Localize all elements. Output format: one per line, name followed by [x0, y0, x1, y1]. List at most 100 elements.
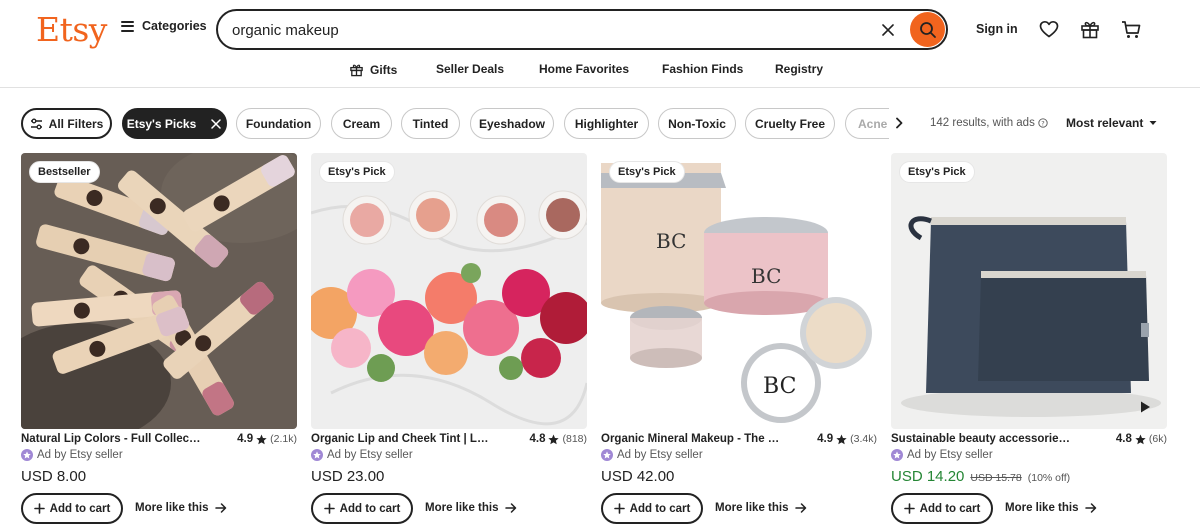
add-to-cart-label: Add to cart: [629, 502, 691, 515]
nav-item-gifts[interactable]: Gifts: [349, 62, 397, 77]
active-filter-chip[interactable]: Etsy's Picks: [122, 108, 227, 139]
all-filters-button[interactable]: All Filters: [21, 108, 112, 139]
filter-chip-cream[interactable]: Cream: [331, 108, 392, 139]
listing-badge: Etsy's Pick: [899, 161, 975, 183]
filter-chip-foundation[interactable]: Foundation: [236, 108, 321, 139]
header: Etsy Categories Sign in: [0, 0, 1200, 58]
listing-card[interactable]: Etsy's Pick Sustainable beauty accessori…: [891, 153, 1167, 531]
more-like-this-link[interactable]: More like this: [135, 502, 227, 514]
add-to-cart-label: Add to cart: [339, 502, 401, 515]
add-to-cart-button[interactable]: Add to cart: [891, 493, 993, 524]
filter-chip-acne[interactable]: Acne S: [845, 108, 889, 139]
arrow-right-icon: [214, 503, 226, 513]
sub-navigation: Gifts Seller Deals Home Favorites Fashio…: [0, 58, 1200, 88]
nav-item-seller-deals[interactable]: Seller Deals: [436, 62, 504, 76]
review-count: (6k): [1148, 433, 1167, 445]
rating-value: 4.8: [1115, 433, 1132, 445]
listing-card[interactable]: Etsy's Pick Organic Lip and Cheek Tint |…: [311, 153, 587, 531]
more-like-this-label: More like this: [135, 502, 209, 514]
star-seller-icon: [21, 449, 33, 461]
add-to-cart-button[interactable]: Add to cart: [311, 493, 413, 524]
favorites-heart-icon[interactable]: [1038, 18, 1060, 40]
svg-text:BC: BC: [656, 229, 686, 253]
more-like-this-label: More like this: [425, 502, 499, 514]
rating-value: 4.8: [529, 433, 546, 445]
categories-button[interactable]: Categories: [121, 19, 207, 33]
more-like-this-link[interactable]: More like this: [425, 502, 517, 514]
rating-value: 4.9: [237, 433, 254, 445]
listing-image[interactable]: Etsy's Pick: [311, 153, 587, 429]
listing-rating: 4.9 (2.1k): [237, 433, 297, 445]
listing-badge: Etsy's Pick: [319, 161, 395, 183]
search-bar: [216, 9, 948, 50]
filter-chip-cruelty-free[interactable]: Cruelty Free: [745, 108, 835, 139]
caret-down-icon: [1149, 121, 1157, 125]
seller-text: Ad by Etsy seller: [907, 449, 993, 461]
arrow-right-icon: [504, 503, 516, 513]
filter-row: All Filters Etsy's Picks Foundation Crea…: [0, 108, 1200, 139]
star-icon: [256, 433, 267, 444]
listing-title[interactable]: Organic Lip and Cheek Tint | Lip and Che…: [311, 433, 491, 445]
filter-chip-non-toxic[interactable]: Non-Toxic: [658, 108, 736, 139]
star-seller-icon: [311, 449, 323, 461]
help-icon[interactable]: ?: [1038, 118, 1048, 128]
review-count: (2.1k): [270, 433, 297, 445]
active-filter-label: Etsy's Picks: [126, 116, 197, 131]
search-icon: [919, 21, 936, 38]
star-seller-icon: [891, 449, 903, 461]
listing-image[interactable]: BC BC BC Etsy's Pick: [601, 153, 877, 429]
listing-title[interactable]: Sustainable beauty accessories. Linen: [891, 433, 1071, 445]
add-to-cart-label: Add to cart: [919, 502, 981, 515]
listing-rating: 4.8 (6k): [1116, 433, 1167, 445]
add-to-cart-button[interactable]: Add to cart: [601, 493, 703, 524]
filter-chip-eyeshadow[interactable]: Eyeshadow: [470, 108, 554, 139]
search-button[interactable]: [910, 12, 945, 47]
star-seller-icon: [601, 449, 613, 461]
seller-line: Ad by Etsy seller: [601, 449, 703, 461]
sign-in-link[interactable]: Sign in: [976, 22, 1018, 36]
add-to-cart-label: Add to cart: [49, 502, 111, 515]
remove-filter-icon[interactable]: [210, 118, 222, 130]
arrow-right-icon: [794, 503, 806, 513]
sort-dropdown[interactable]: Most relevant: [1066, 116, 1157, 130]
plus-icon: [323, 503, 335, 514]
filter-chip-highlighter[interactable]: Highlighter: [564, 108, 649, 139]
listing-image[interactable]: Etsy's Pick: [891, 153, 1167, 429]
nav-item-home-favorites[interactable]: Home Favorites: [539, 62, 629, 76]
seller-line: Ad by Etsy seller: [21, 449, 123, 461]
results-text: 142 results, with ads: [930, 117, 1035, 129]
plus-icon: [903, 503, 915, 514]
search-input[interactable]: [232, 19, 872, 41]
plus-icon: [613, 503, 625, 514]
more-like-this-link[interactable]: More like this: [1005, 502, 1097, 514]
clear-search-icon[interactable]: [880, 22, 896, 38]
nav-item-registry[interactable]: Registry: [775, 62, 823, 76]
filter-chip-tinted[interactable]: Tinted: [401, 108, 460, 139]
listing-card[interactable]: BC BC BC Etsy's Pick Organic Mineral Mak…: [601, 153, 877, 531]
listing-price: USD 23.00: [311, 468, 384, 485]
star-icon: [548, 433, 560, 444]
video-play-icon[interactable]: [1137, 399, 1153, 415]
etsy-logo[interactable]: Etsy: [36, 10, 107, 49]
listing-badge: Etsy's Pick: [609, 161, 685, 183]
cart-icon[interactable]: [1120, 18, 1142, 40]
svg-text:BC: BC: [751, 264, 781, 288]
linen-pouches-image: [891, 153, 1167, 429]
chevron-right-icon[interactable]: [893, 117, 905, 129]
listing-card[interactable]: Bestseller Natural Lip Colors - Full Col…: [21, 153, 297, 531]
price-value: USD 42.00: [601, 468, 675, 485]
mineral-makeup-jars-image: BC BC BC: [601, 153, 877, 429]
gift-icon[interactable]: [1079, 18, 1101, 40]
listing-title[interactable]: Organic Mineral Makeup - The Basics: [601, 433, 781, 445]
arrow-right-icon: [1084, 503, 1096, 513]
seller-line: Ad by Etsy seller: [891, 449, 993, 461]
nav-item-fashion-finds[interactable]: Fashion Finds: [662, 62, 743, 76]
listing-price: USD 42.00: [601, 468, 674, 485]
seller-text: Ad by Etsy seller: [327, 449, 413, 461]
more-like-this-link[interactable]: More like this: [715, 502, 807, 514]
sale-price-value: USD 14.20: [891, 468, 965, 485]
listing-image[interactable]: Bestseller: [21, 153, 297, 429]
add-to-cart-button[interactable]: Add to cart: [21, 493, 123, 524]
results-count: 142 results, with ads ?: [930, 117, 1048, 129]
listing-title[interactable]: Natural Lip Colors - Full Collection: [21, 433, 201, 445]
